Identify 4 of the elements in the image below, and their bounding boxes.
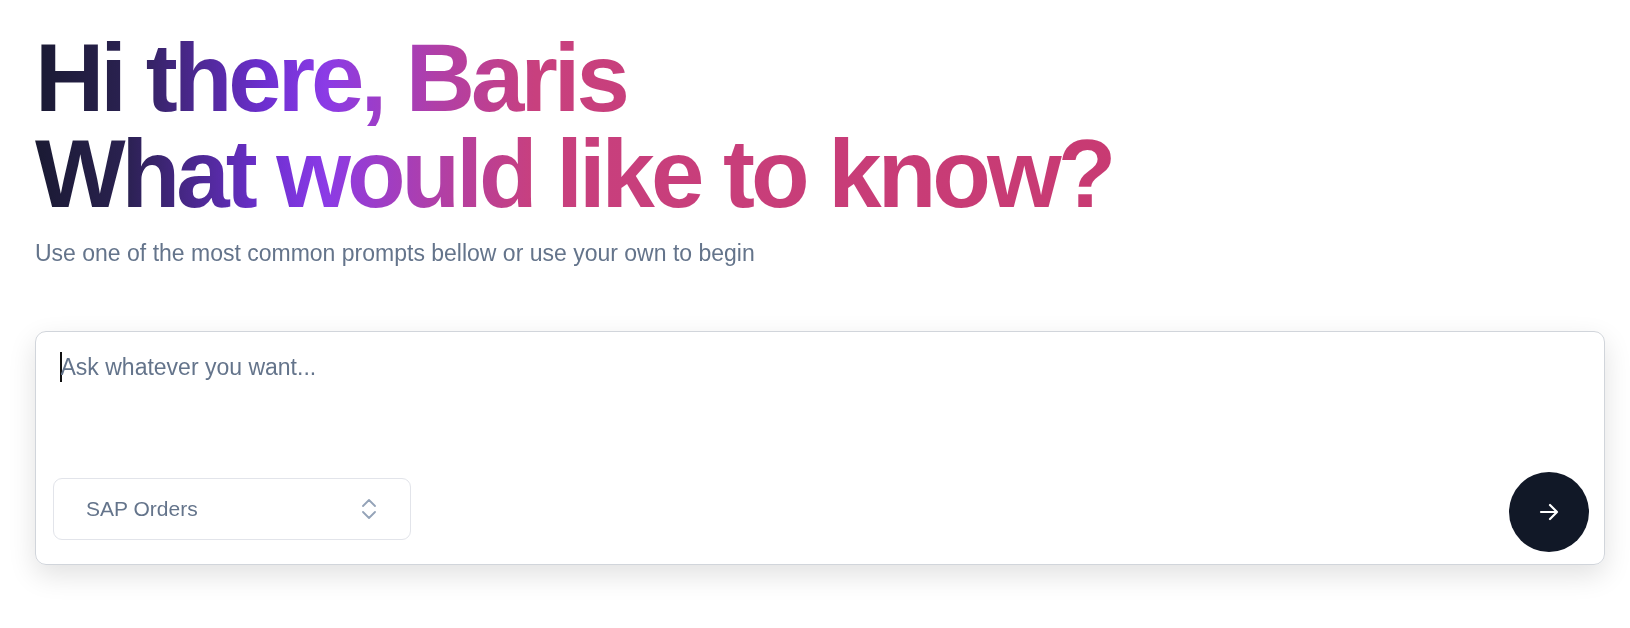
- arrow-right-icon: [1538, 501, 1560, 523]
- chevron-up-down-icon: [361, 497, 377, 521]
- source-select[interactable]: SAP Orders: [53, 478, 411, 540]
- subtitle: Use one of the most common prompts bellow or use your own to begin: [35, 240, 756, 267]
